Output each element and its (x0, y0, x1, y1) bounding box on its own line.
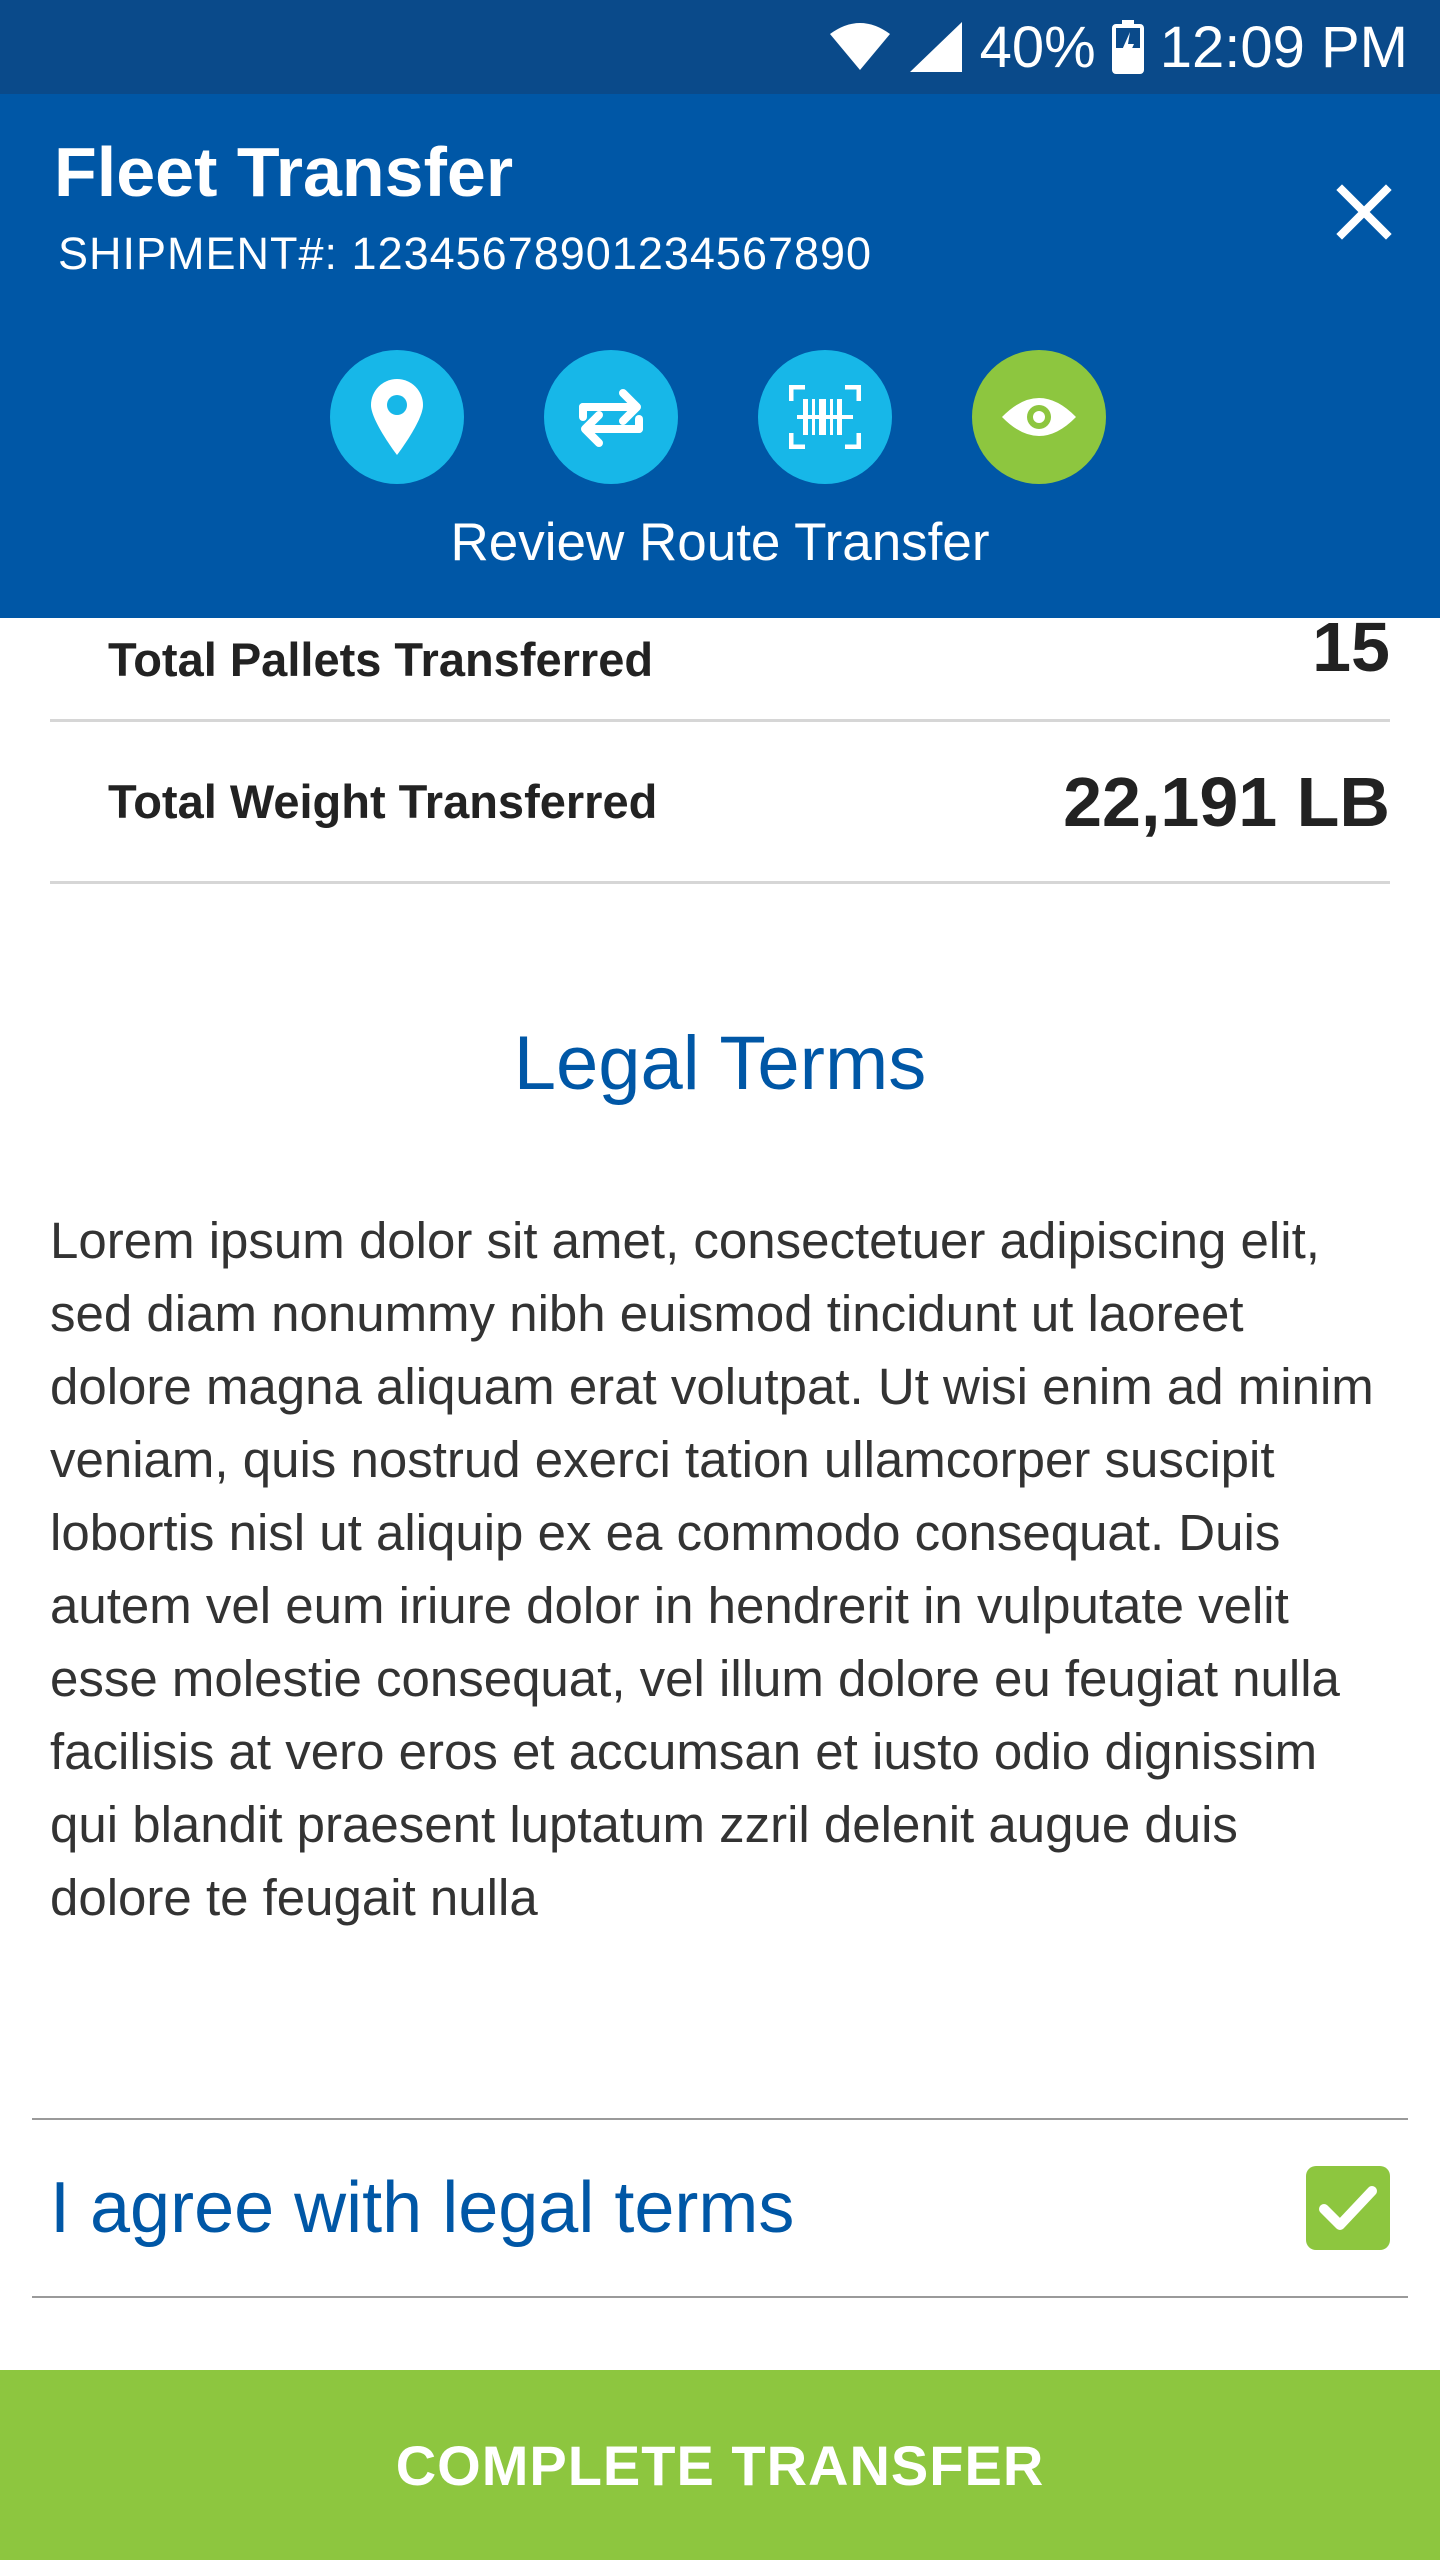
swap-arrows-icon (579, 389, 643, 447)
total-pallets-label: Total Pallets Transferred (108, 633, 654, 686)
step-location[interactable] (330, 350, 464, 484)
agree-terms-row[interactable]: I agree with legal terms (32, 2118, 1408, 2298)
location-pin-icon (371, 379, 423, 455)
step-transfer[interactable] (544, 350, 678, 484)
total-pallets-value: 15 (1312, 608, 1390, 686)
complete-transfer-button[interactable]: COMPLETE TRANSFER (0, 2370, 1440, 2560)
step-label: Review Route Transfer (450, 513, 990, 572)
agree-terms-checkbox[interactable] (1306, 2166, 1390, 2250)
battery-icon (1111, 20, 1144, 74)
eye-icon (1002, 398, 1076, 436)
shipment-number: SHIPMENT#: 12345678901234567890 (58, 228, 873, 279)
agree-terms-label: I agree with legal terms (50, 2168, 795, 2248)
step-scan[interactable] (758, 350, 892, 484)
app-header: Fleet Transfer SHIPMENT#: 12345678901234… (0, 94, 1440, 618)
close-button[interactable] (1322, 170, 1406, 254)
status-bar: 40% 12:09 PM (0, 0, 1440, 94)
total-weight-row: Total Weight Transferred 22,191 LB (50, 722, 1390, 884)
legal-terms-text: Lorem ipsum dolor sit amet, consectetuer… (50, 1212, 1374, 1926)
step-indicator (330, 350, 1110, 484)
step-review[interactable] (972, 350, 1106, 484)
total-pallets-row: Total Pallets Transferred 15 (50, 586, 1390, 722)
total-weight-value: 22,191 LB (1063, 762, 1390, 841)
wifi-icon (828, 22, 892, 72)
page-title: Fleet Transfer (54, 133, 514, 211)
total-weight-label: Total Weight Transferred (108, 775, 658, 828)
checkmark-icon (1319, 2186, 1377, 2230)
battery-percent: 40% (979, 14, 1096, 80)
clock: 12:09 PM (1159, 14, 1408, 80)
barcode-scan-icon (789, 385, 861, 449)
close-icon (1336, 184, 1392, 240)
legal-terms-heading: Legal Terms (513, 1021, 927, 1106)
signal-icon (908, 20, 964, 74)
